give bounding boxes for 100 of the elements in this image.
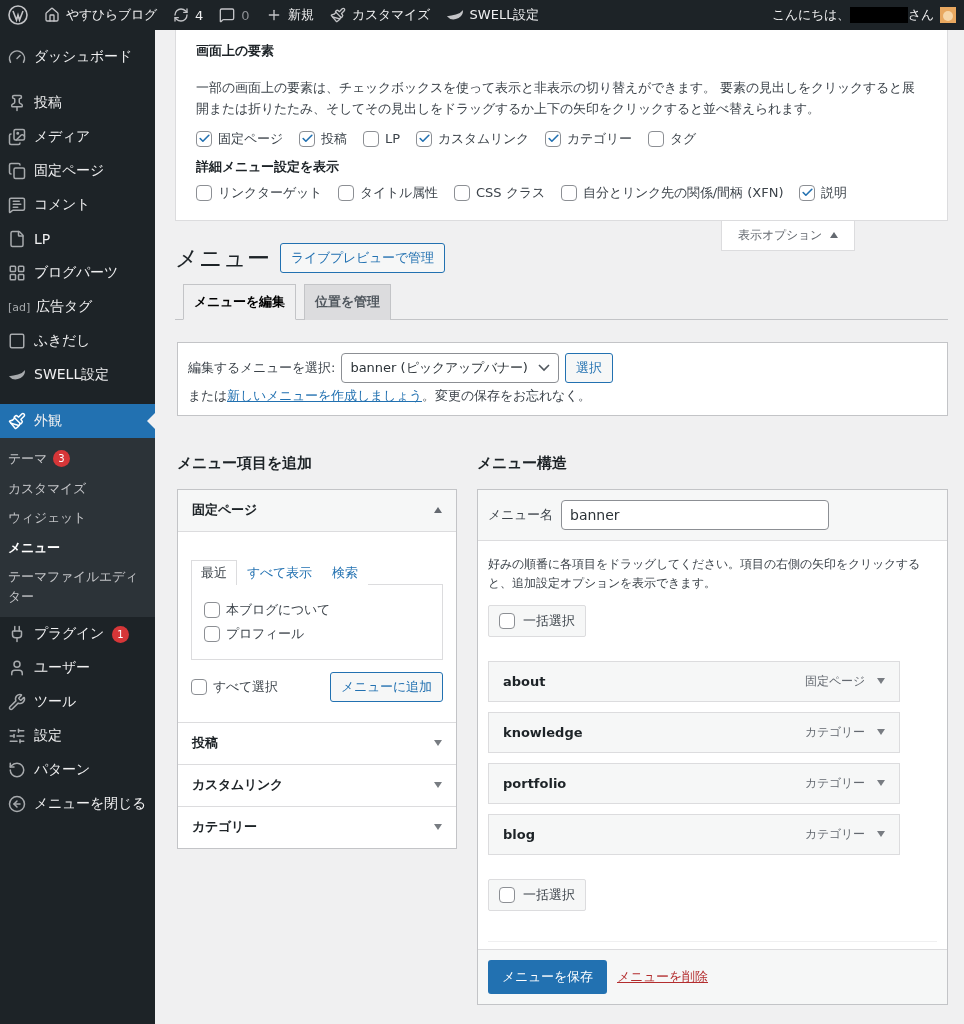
refresh-icon bbox=[173, 7, 189, 23]
checkbox-label: 自分とリンク先の関係/間柄 (XFN) bbox=[582, 183, 784, 202]
admin-bar-item[interactable]: やすひらブログ bbox=[44, 6, 157, 24]
wordpress-logo-icon[interactable] bbox=[8, 5, 28, 25]
delete-menu-link[interactable]: メニューを削除 bbox=[617, 967, 708, 986]
rotate-icon bbox=[8, 761, 26, 779]
sidebar-item[interactable]: ツール bbox=[0, 685, 155, 719]
sidebar-item[interactable]: 設定 bbox=[0, 719, 155, 753]
sidebar-item[interactable]: ブログパーツ bbox=[0, 256, 155, 290]
checkbox[interactable] bbox=[799, 184, 816, 201]
menu-dropdown[interactable]: banner (ピックアップバナー) bbox=[341, 352, 559, 383]
submenu-item[interactable]: メニュー bbox=[0, 532, 155, 562]
live-preview-button[interactable]: ライブプレビューで管理 bbox=[280, 243, 445, 274]
panel-tab[interactable]: 最近 bbox=[191, 559, 237, 585]
save-menu-button[interactable]: メニューを保存 bbox=[488, 959, 607, 994]
accordion-header[interactable]: 固定ページ bbox=[178, 489, 456, 532]
submenu-item[interactable]: ウィジェット bbox=[0, 503, 155, 533]
checkbox[interactable] bbox=[191, 678, 207, 695]
section-heading: 詳細メニュー設定を表示 bbox=[196, 157, 340, 176]
menu-item-title: about bbox=[503, 673, 547, 689]
sidebar-item[interactable]: 投稿 bbox=[0, 86, 155, 120]
home-icon bbox=[44, 7, 60, 23]
checkbox[interactable] bbox=[499, 886, 515, 903]
admin-bar-item[interactable]: カスタマイズ bbox=[329, 6, 430, 24]
sidebar-item[interactable]: ふきだし bbox=[0, 324, 155, 358]
note-text: または新しいメニューを作成しましょう。変更の保存をお忘れなく。 bbox=[188, 386, 592, 405]
count-badge: 1 bbox=[112, 625, 129, 643]
page-title: メニュー bbox=[175, 243, 270, 273]
sliders-icon bbox=[8, 727, 26, 745]
sidebar-item[interactable]: SWELL設定 bbox=[0, 358, 155, 392]
section-heading: メニュー構造 bbox=[477, 453, 568, 473]
section-heading: 画面上の要素 bbox=[196, 42, 275, 60]
checkbox[interactable] bbox=[454, 184, 470, 201]
description-text: 一部の画面上の要素は、チェックボックスを使って表示と非表示の切り替えができます。 要素の見出しをクリックすると展開または折りたたみ、そしてその見出しをドラッグするか上下の矢印をクリックすると並べ替えられます。 bbox=[196, 79, 917, 118]
sidebar-item[interactable]: LP bbox=[0, 222, 155, 256]
create-menu-link[interactable]: 新しいメニューを作成しましょう bbox=[227, 387, 422, 403]
submenu-item[interactable]: テーマ 3 bbox=[0, 444, 155, 474]
brush-icon bbox=[8, 412, 26, 430]
nav-tab[interactable]: 位置を管理 bbox=[304, 283, 391, 320]
admin-bar-item[interactable]: 0 bbox=[219, 7, 250, 23]
checkbox-label: 本ブログについて bbox=[226, 600, 330, 619]
checkbox[interactable] bbox=[196, 184, 212, 201]
menu-name-field[interactable]: banner bbox=[561, 499, 829, 530]
pin-icon bbox=[8, 94, 26, 112]
checkbox-label: 投稿 bbox=[321, 129, 347, 148]
checkbox-label: 説明 bbox=[821, 183, 848, 202]
checkbox[interactable] bbox=[338, 184, 354, 201]
sidebar-item[interactable]: 外観 bbox=[0, 404, 155, 438]
checkbox[interactable] bbox=[560, 184, 577, 201]
redacted-name bbox=[850, 7, 908, 23]
checkbox[interactable] bbox=[416, 130, 433, 147]
user-icon bbox=[8, 659, 26, 677]
current-pointer-icon bbox=[147, 413, 155, 429]
checkbox[interactable] bbox=[499, 612, 515, 629]
checkbox[interactable] bbox=[648, 130, 665, 147]
checkbox[interactable] bbox=[299, 130, 315, 147]
checkbox[interactable] bbox=[204, 625, 220, 642]
greeting-text: さん bbox=[908, 6, 934, 24]
submenu-item[interactable]: テーマファイルエディター bbox=[0, 562, 155, 611]
admin-bar-item[interactable]: 新規 bbox=[265, 6, 314, 24]
sidebar-item[interactable]: ダッシュボード bbox=[0, 40, 155, 74]
checkbox-label: すべて選択 bbox=[213, 677, 278, 696]
bulk-select-control[interactable]: 一括選択 bbox=[488, 604, 586, 637]
images-icon bbox=[8, 128, 26, 146]
sidebar-item[interactable]: パターン bbox=[0, 753, 155, 787]
sidebar-item[interactable]: ユーザー bbox=[0, 651, 155, 685]
bird-icon bbox=[445, 8, 464, 22]
greeting-text: こんにちは、 bbox=[772, 6, 850, 24]
sidebar-item[interactable]: メニューを閉じる bbox=[0, 787, 155, 821]
menu-item-bar[interactable]: knowledge カテゴリー bbox=[488, 711, 900, 753]
checkbox[interactable] bbox=[196, 130, 212, 147]
checkbox[interactable] bbox=[204, 601, 220, 618]
add-to-menu-button[interactable]: メニューに追加 bbox=[330, 671, 443, 702]
item-type-label: カテゴリー bbox=[805, 774, 865, 792]
menu-item-bar[interactable]: portfolio カテゴリー bbox=[488, 762, 900, 804]
menu-item-bar[interactable]: about 固定ページ bbox=[488, 660, 900, 702]
admin-bar-item[interactable]: SWELL設定 bbox=[445, 6, 540, 24]
submenu-item[interactable]: カスタマイズ bbox=[0, 473, 155, 503]
sidebar-item[interactable]: プラグイン 1 bbox=[0, 617, 155, 651]
checkbox[interactable] bbox=[545, 130, 562, 147]
rounded-square-icon bbox=[8, 332, 26, 350]
sidebar-item[interactable]: [ad] 広告タグ bbox=[0, 290, 155, 324]
ad-label: [ad] bbox=[8, 300, 28, 314]
screen-options-toggle[interactable]: 表示オプション bbox=[721, 220, 855, 251]
menu-item-bar[interactable]: blog カテゴリー bbox=[488, 813, 900, 855]
sidebar-item[interactable]: メディア bbox=[0, 120, 155, 154]
sidebar-item[interactable]: コメント bbox=[0, 188, 155, 222]
pages-icon bbox=[8, 162, 26, 180]
menu-item-title: knowledge bbox=[503, 724, 584, 740]
field-label: 編集するメニューを選択: bbox=[188, 358, 336, 377]
chevron-down-icon bbox=[537, 363, 550, 372]
admin-bar-item[interactable]: 4 bbox=[173, 7, 204, 23]
bulk-select-control[interactable]: 一括選択 bbox=[488, 878, 586, 911]
checkbox-label: カテゴリー bbox=[567, 129, 633, 148]
select-button[interactable]: 選択 bbox=[564, 352, 613, 383]
checkbox[interactable] bbox=[363, 130, 379, 147]
menu-item-title: portfolio bbox=[503, 775, 568, 791]
nav-tab[interactable]: メニューを編集 bbox=[183, 283, 296, 320]
menu-item-title: blog bbox=[503, 826, 536, 842]
sidebar-item[interactable]: 固定ページ bbox=[0, 154, 155, 188]
